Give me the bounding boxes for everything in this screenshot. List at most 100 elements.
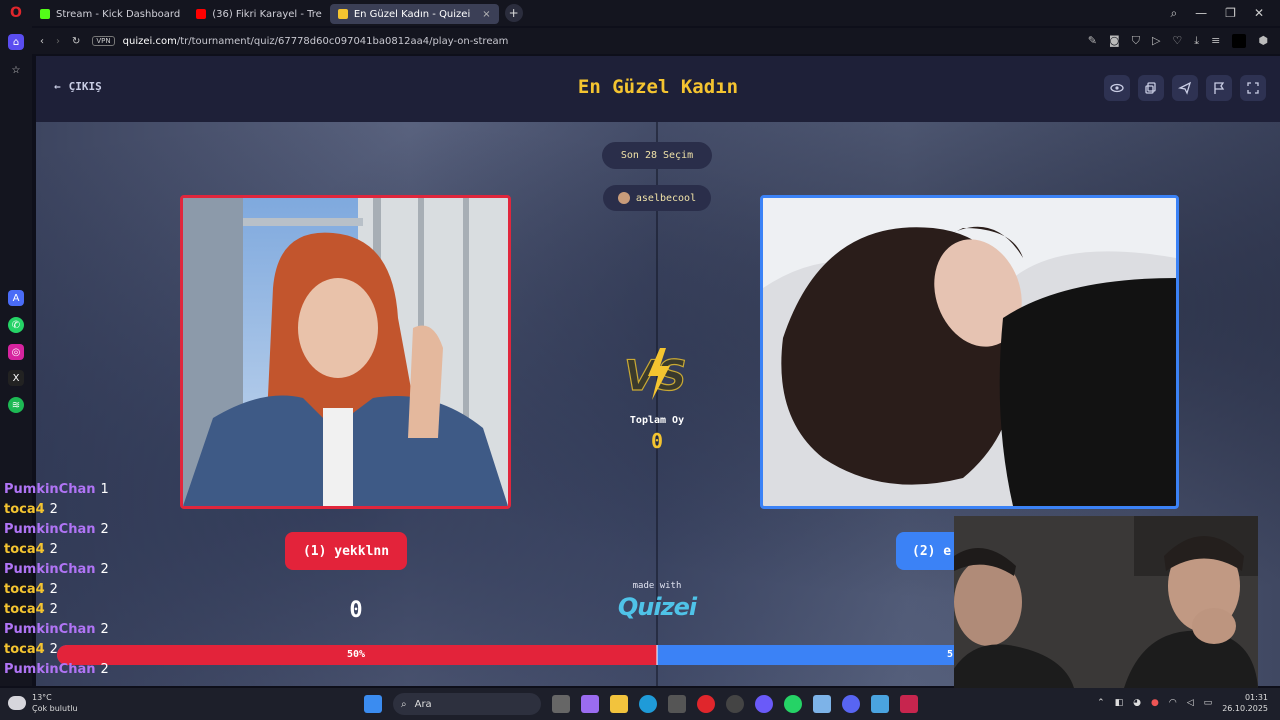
left-photo-illustration (183, 198, 508, 506)
app-icon[interactable] (755, 695, 773, 713)
camera-icon[interactable]: ◙ (1109, 34, 1120, 48)
heart-icon[interactable]: ♡ (1172, 34, 1182, 48)
chat-message: toca4 2 (4, 542, 164, 562)
address-bar: ‹ › ↻ VPN quizei.com/tr/tournament/quiz/… (30, 28, 1280, 54)
creator-pill[interactable]: aselbecool (603, 185, 711, 211)
vpn-badge[interactable]: VPN (92, 36, 115, 46)
whatsapp-taskbar-icon[interactable] (784, 695, 802, 713)
maximize-button[interactable]: ❐ (1225, 6, 1236, 21)
system-tray: ⌃ ◧ ◕ ● ◠ ◁ ▭ 01:31 26.10.2025 (1097, 692, 1268, 714)
reload-icon[interactable]: ↻ (72, 36, 80, 47)
extensions-icon[interactable]: ⬢ (1258, 34, 1268, 48)
app-icon[interactable] (900, 695, 918, 713)
profile-icon[interactable] (1232, 34, 1247, 48)
back-icon[interactable]: ‹ (40, 36, 44, 47)
quizei-icon (337, 9, 348, 19)
tab-quizei[interactable]: En Güzel Kadın - Quizei × (329, 4, 499, 24)
copy-icon (1145, 82, 1156, 94)
chat-username: toca4 (4, 542, 45, 557)
tab-kick-dashboard[interactable]: Stream - Kick Dashboard (32, 4, 188, 24)
wifi-icon[interactable]: ◠ (1169, 698, 1177, 708)
close-window-button[interactable]: ✕ (1254, 6, 1264, 21)
chat-message-text: 2 (100, 622, 109, 637)
menu-icon[interactable]: ≡ (1211, 34, 1220, 48)
fullscreen-button[interactable] (1240, 75, 1266, 101)
chevron-up-icon[interactable]: ⌃ (1097, 698, 1105, 708)
chat-username: PumkinChan (4, 482, 96, 497)
forward-icon[interactable]: › (56, 36, 60, 47)
chat-message: toca4 2 (4, 602, 164, 622)
time: 01:31 (1244, 693, 1268, 702)
chat-message-text: 1 (100, 482, 109, 497)
total-votes-value: 0 (650, 429, 664, 453)
task-view-icon[interactable] (552, 695, 570, 713)
minimize-button[interactable]: — (1195, 6, 1207, 21)
share-button[interactable] (1172, 75, 1198, 101)
mic-icon[interactable]: ● (1151, 698, 1159, 708)
choice-left-image[interactable] (180, 195, 511, 509)
instagram-icon[interactable]: ◎ (8, 344, 24, 360)
spotify-icon[interactable]: ≋ (8, 397, 24, 413)
volume-icon[interactable]: ◁ (1187, 698, 1194, 708)
chat-message-text: 2 (100, 522, 109, 537)
opera-logo-icon[interactable]: O (0, 0, 32, 26)
new-tab-button[interactable]: + (504, 4, 523, 22)
chat-username: toca4 (4, 602, 45, 617)
home-icon[interactable]: ⌂ (8, 34, 24, 50)
chat-message: PumkinChan 1 (4, 482, 164, 502)
page-header: ← ÇIKIŞ En Güzel Kadın (36, 56, 1280, 122)
eye-button[interactable] (1104, 75, 1130, 101)
browser-tabbar: O Stream - Kick Dashboard (36) Fikri Kar… (0, 0, 1280, 26)
quizei-logo[interactable]: Quizei (607, 593, 707, 621)
clock[interactable]: 01:31 26.10.2025 (1222, 692, 1268, 714)
report-button[interactable] (1206, 75, 1232, 101)
tab-youtube[interactable]: (36) Fikri Karayel - Tre (188, 4, 330, 24)
aria-icon[interactable]: A (8, 290, 24, 306)
windows-taskbar: 13°C Çok bulutlu ⌕ Ara ⌃ ◧ ◕ ● ◠ ◁ ▭ 01:… (0, 688, 1280, 720)
search-tabs-icon[interactable]: ⌕ (1170, 6, 1177, 21)
close-tab-icon[interactable]: × (482, 9, 490, 20)
x-twitter-icon[interactable]: X (8, 370, 24, 386)
app-icon[interactable] (813, 695, 831, 713)
url-field[interactable]: VPN quizei.com/tr/tournament/quiz/67778d… (92, 36, 508, 47)
discord-icon[interactable] (842, 695, 860, 713)
edit-icon[interactable]: ✎ (1088, 34, 1097, 48)
copy-button[interactable] (1138, 75, 1164, 101)
taskbar-search[interactable]: ⌕ Ara (393, 693, 541, 715)
header-actions (1104, 75, 1266, 101)
tray-app-icon[interactable]: ◧ (1115, 698, 1124, 708)
whatsapp-icon[interactable]: ✆ (8, 317, 24, 333)
star-icon[interactable]: ☆ (8, 62, 24, 78)
app-icon[interactable] (871, 695, 889, 713)
url-text[interactable]: quizei.com/tr/tournament/quiz/67778d60c0… (123, 36, 509, 47)
tray-app-icon[interactable]: ◕ (1133, 698, 1141, 708)
chat-username: PumkinChan (4, 522, 96, 537)
temperature: 13°C (32, 693, 52, 702)
right-percent-label: 5 (947, 649, 954, 660)
play-icon[interactable]: ▷ (1152, 34, 1160, 48)
opera-taskbar-icon[interactable] (697, 695, 715, 713)
search-icon: ⌕ (401, 698, 407, 710)
file-explorer-icon[interactable] (610, 695, 628, 713)
vote-progress-center-mark (656, 645, 658, 665)
weather-widget[interactable]: 13°C Çok bulutlu (8, 692, 78, 714)
date: 26.10.2025 (1222, 704, 1268, 713)
round-label: Son 28 Seçim (620, 150, 694, 161)
windows-start-icon[interactable] (364, 695, 382, 713)
choice-left-button[interactable]: (1) yekklnn (285, 532, 407, 570)
choice-right-image[interactable] (760, 195, 1179, 509)
chat-username: PumkinChan (4, 622, 96, 637)
chat-username: toca4 (4, 502, 45, 517)
chat-message-text: 2 (49, 642, 58, 657)
chat-message-text: 2 (49, 602, 58, 617)
chat-message-text: 2 (49, 542, 58, 557)
edge-icon[interactable] (639, 695, 657, 713)
store-icon[interactable] (668, 695, 686, 713)
shield-icon[interactable]: ⛉ (1132, 34, 1140, 48)
obs-icon[interactable] (726, 695, 744, 713)
copilot-icon[interactable] (581, 695, 599, 713)
chat-message: toca4 2 (4, 642, 164, 662)
battery-icon[interactable]: ▭ (1204, 698, 1213, 708)
download-icon[interactable]: ⤓ (1194, 34, 1199, 48)
youtube-icon (196, 9, 207, 19)
